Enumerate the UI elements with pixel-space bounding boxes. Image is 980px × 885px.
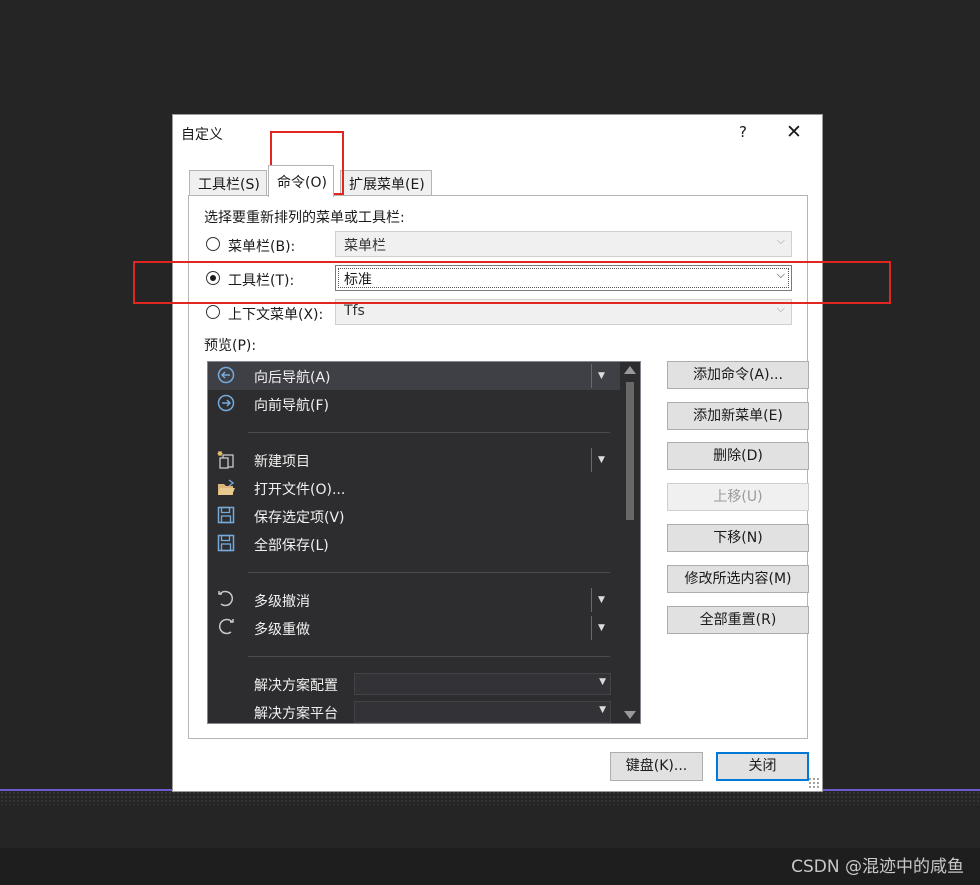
- context-menu-radio[interactable]: [206, 305, 220, 319]
- menubar-radio[interactable]: [206, 237, 220, 251]
- watermark: CSDN @混迹中的咸鱼: [791, 857, 964, 877]
- dropdown-arrow-icon[interactable]: ▼: [591, 448, 611, 472]
- add-command-button[interactable]: 添加命令(A)...: [667, 361, 809, 389]
- dropdown-arrow-icon[interactable]: ▼: [591, 364, 611, 388]
- preview-item[interactable]: 解决方案平台 ▼: [208, 698, 620, 723]
- menubar-select-value: 菜单栏: [344, 238, 386, 254]
- preview-item-label: 多级重做: [254, 622, 310, 638]
- preview-item-label: 解决方案平台: [254, 706, 338, 722]
- help-button[interactable]: ?: [733, 123, 753, 141]
- open-folder-icon: [216, 478, 236, 498]
- separator: [248, 572, 610, 573]
- preview-item[interactable]: 打开文件(O)...: [208, 474, 620, 502]
- chevron-down-icon: ⌵: [776, 234, 785, 247]
- toolbar-radio[interactable]: [206, 271, 220, 285]
- preview-item[interactable]: 向后导航(A) ▼: [208, 362, 620, 390]
- move-down-button[interactable]: 下移(N): [667, 524, 809, 552]
- customize-dialog: 自定义 ? ✕ 工具栏(S) 命令(O) 扩展菜单(E) 选择要重新排列的菜单或…: [172, 114, 823, 792]
- reset-all-button[interactable]: 全部重置(R): [667, 606, 809, 634]
- dropdown-arrow-icon[interactable]: ▼: [591, 616, 611, 640]
- chevron-down-icon: ⌵: [776, 302, 785, 315]
- redo-icon: [216, 618, 236, 638]
- preview-item-label: 新建项目: [254, 454, 310, 470]
- preview-list[interactable]: 向后导航(A) ▼ 向前导航(F) 新建项目 ▼ 打开文件(O)... 保存选定…: [207, 361, 641, 724]
- preview-item-label: 向后导航(A): [254, 370, 331, 386]
- solution-platform-combo[interactable]: ▼: [354, 701, 611, 723]
- toolbar-label: 工具栏(T):: [228, 273, 295, 289]
- resize-grip[interactable]: [808, 777, 820, 789]
- context-menu-select[interactable]: Tfs ⌵: [335, 299, 792, 325]
- context-menu-select-value: Tfs: [344, 303, 365, 319]
- menubar-label: 菜单栏(B):: [228, 239, 296, 255]
- tab-commands[interactable]: 命令(O): [268, 165, 334, 197]
- separator: [248, 432, 610, 433]
- scroll-up-icon[interactable]: [624, 366, 636, 374]
- separator: [248, 656, 610, 657]
- preview-item[interactable]: 多级重做 ▼: [208, 614, 620, 642]
- move-up-button[interactable]: 上移(U): [667, 483, 809, 511]
- new-project-icon: [216, 450, 236, 470]
- preview-item[interactable]: 保存选定项(V): [208, 502, 620, 530]
- scroll-down-icon[interactable]: [624, 711, 636, 719]
- tab-extensions[interactable]: 扩展菜单(E): [340, 170, 432, 196]
- modify-selection-button[interactable]: 修改所选内容(M): [667, 565, 809, 593]
- preview-item[interactable]: 全部保存(L): [208, 530, 620, 558]
- back-arrow-icon: [216, 366, 236, 386]
- dropdown-arrow-icon[interactable]: ▼: [591, 588, 611, 612]
- preview-item-label: 全部保存(L): [254, 538, 329, 554]
- dotted-strip: [0, 791, 980, 805]
- save-all-icon: [216, 534, 236, 554]
- preview-item[interactable]: 新建项目 ▼: [208, 446, 620, 474]
- close-button[interactable]: 关闭: [716, 752, 809, 781]
- preview-item-label: 打开文件(O)...: [254, 482, 346, 498]
- preview-item[interactable]: 多级撤消 ▼: [208, 586, 620, 614]
- preview-item[interactable]: 解决方案配置 ▼: [208, 670, 620, 698]
- solution-config-combo[interactable]: ▼: [354, 673, 611, 695]
- context-menu-label: 上下文菜单(X):: [228, 307, 324, 323]
- dropdown-arrow-icon: ▼: [599, 705, 606, 715]
- focus-rect: [338, 268, 789, 288]
- scroll-thumb[interactable]: [626, 382, 634, 520]
- preview-item-label: 向前导航(F): [254, 398, 329, 414]
- keyboard-button[interactable]: 键盘(K)...: [610, 752, 703, 781]
- save-icon: [216, 506, 236, 526]
- preview-label: 预览(P):: [204, 338, 257, 354]
- forward-arrow-icon: [216, 394, 236, 414]
- delete-button[interactable]: 删除(D): [667, 442, 809, 470]
- dropdown-arrow-icon: ▼: [599, 677, 606, 687]
- rearrange-heading: 选择要重新排列的菜单或工具栏:: [204, 210, 405, 226]
- add-new-menu-button[interactable]: 添加新菜单(E): [667, 402, 809, 430]
- tab-toolbars[interactable]: 工具栏(S): [189, 170, 267, 196]
- undo-icon: [216, 590, 236, 610]
- close-icon[interactable]: ✕: [783, 121, 805, 143]
- toolbar-select-value: 标准: [344, 272, 372, 288]
- preview-item-label: 解决方案配置: [254, 678, 338, 694]
- preview-item[interactable]: 向前导航(F): [208, 390, 620, 418]
- preview-scrollbar[interactable]: [620, 362, 640, 723]
- toolbar-select[interactable]: 标准 ⌵: [335, 265, 792, 291]
- commands-panel: 选择要重新排列的菜单或工具栏: 菜单栏(B): 菜单栏 ⌵ 工具栏(T): 标准…: [188, 195, 809, 739]
- preview-item-label: 保存选定项(V): [254, 510, 345, 526]
- dialog-title: 自定义: [181, 127, 223, 143]
- menubar-select[interactable]: 菜单栏 ⌵: [335, 231, 792, 257]
- preview-item-label: 多级撤消: [254, 594, 310, 610]
- chevron-down-icon: ⌵: [776, 268, 785, 281]
